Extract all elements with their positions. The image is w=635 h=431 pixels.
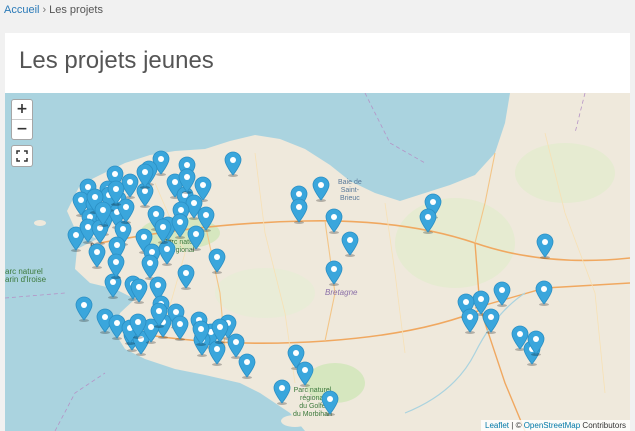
map-pin-icon [535, 280, 553, 306]
map-pin-icon [224, 151, 242, 177]
map-pin-icon [419, 208, 437, 234]
map-pin-icon [482, 308, 500, 334]
project-marker[interactable] [208, 248, 226, 274]
project-marker[interactable] [482, 308, 500, 334]
project-marker[interactable] [107, 253, 125, 279]
breadcrumb-current: Les projets [49, 4, 103, 16]
leaflet-link[interactable]: Leaflet [485, 421, 509, 430]
fullscreen-icon [16, 150, 28, 162]
project-marker[interactable] [107, 180, 125, 206]
map-pin-icon [130, 278, 148, 304]
map-pin-icon [211, 318, 229, 344]
map-pin-icon [461, 308, 479, 334]
project-marker[interactable] [171, 315, 189, 341]
project-marker[interactable] [129, 313, 147, 339]
project-marker[interactable] [325, 260, 343, 286]
projects-map[interactable]: Baie de Saint- Brieuc Parc naturel régio… [5, 93, 630, 431]
project-marker[interactable] [88, 243, 106, 269]
project-marker[interactable] [177, 264, 195, 290]
attribution-suffix: Contributors [582, 421, 626, 430]
openstreetmap-link[interactable]: OpenStreetMap [524, 421, 580, 430]
map-pin-icon [312, 176, 330, 202]
project-marker[interactable] [150, 302, 168, 328]
project-marker[interactable] [178, 168, 196, 194]
project-marker[interactable] [224, 151, 242, 177]
project-marker[interactable] [75, 296, 93, 322]
map-pin-icon [75, 296, 93, 322]
map-attribution: Leaflet | © OpenStreetMap Contributors [481, 420, 630, 431]
map-pin-icon [527, 330, 545, 356]
breadcrumb-separator: › [42, 4, 47, 16]
map-label-line: arin d'Iroise [5, 275, 47, 284]
project-marker[interactable] [238, 353, 256, 379]
project-marker[interactable] [130, 278, 148, 304]
map-label-pnr-iroise: arc naturel arin d'Iroise [5, 268, 46, 284]
breadcrumb-home-link[interactable]: Accueil [4, 4, 39, 16]
project-marker[interactable] [419, 208, 437, 234]
map-pin-icon [150, 302, 168, 328]
map-pin-icon [88, 243, 106, 269]
map-pin-icon [154, 218, 172, 244]
map-label-line: Baie de [338, 179, 362, 186]
map-pin-icon [171, 315, 189, 341]
fullscreen-button[interactable] [11, 145, 33, 167]
map-pin-icon [238, 353, 256, 379]
project-marker[interactable] [312, 176, 330, 202]
project-marker[interactable] [192, 320, 210, 346]
project-marker[interactable] [461, 308, 479, 334]
map-label-bretagne: Bretagne [325, 288, 358, 297]
project-marker[interactable] [211, 318, 229, 344]
map-label-baie-saint-brieuc: Baie de Saint- Brieuc [338, 179, 362, 203]
map-pin-icon [536, 233, 554, 259]
map-label-line: Brieuc [339, 195, 360, 202]
map-pin-icon [136, 163, 154, 189]
breadcrumb: Accueil › Les projets [4, 4, 103, 16]
project-marker[interactable] [321, 390, 339, 416]
map-pin-icon [107, 180, 125, 206]
map-pin-icon [493, 281, 511, 307]
map-pin-icon [325, 260, 343, 286]
project-marker[interactable] [536, 233, 554, 259]
project-marker[interactable] [273, 379, 291, 405]
project-marker[interactable] [154, 218, 172, 244]
map-pin-icon [107, 253, 125, 279]
project-marker[interactable] [187, 225, 205, 251]
map-pin-icon [178, 168, 196, 194]
content-panel: Les projets jeunes Baie de Saint- Brieuc… [5, 33, 630, 431]
project-marker[interactable] [535, 280, 553, 306]
map-pin-icon [290, 198, 308, 224]
zoom-in-button[interactable]: + [12, 100, 32, 119]
project-marker[interactable] [341, 231, 359, 257]
map-pin-icon [192, 320, 210, 346]
page-title: Les projets jeunes [19, 47, 214, 74]
project-marker[interactable] [136, 163, 154, 189]
project-marker[interactable] [290, 198, 308, 224]
zoom-out-button[interactable]: − [12, 119, 32, 139]
project-marker[interactable] [296, 361, 314, 387]
map-pin-icon [129, 313, 147, 339]
attribution-separator: | © [511, 421, 522, 430]
map-pin-icon [177, 264, 195, 290]
map-pin-icon [171, 213, 189, 239]
map-pin-icon [187, 225, 205, 251]
map-pin-icon [321, 390, 339, 416]
project-marker[interactable] [527, 330, 545, 356]
project-marker[interactable] [171, 213, 189, 239]
map-pin-icon [296, 361, 314, 387]
project-marker[interactable] [493, 281, 511, 307]
map-pin-icon [273, 379, 291, 405]
map-label-line: Saint- [340, 187, 360, 194]
zoom-control: + − [11, 99, 33, 140]
map-pin-icon [208, 248, 226, 274]
map-pin-icon [341, 231, 359, 257]
